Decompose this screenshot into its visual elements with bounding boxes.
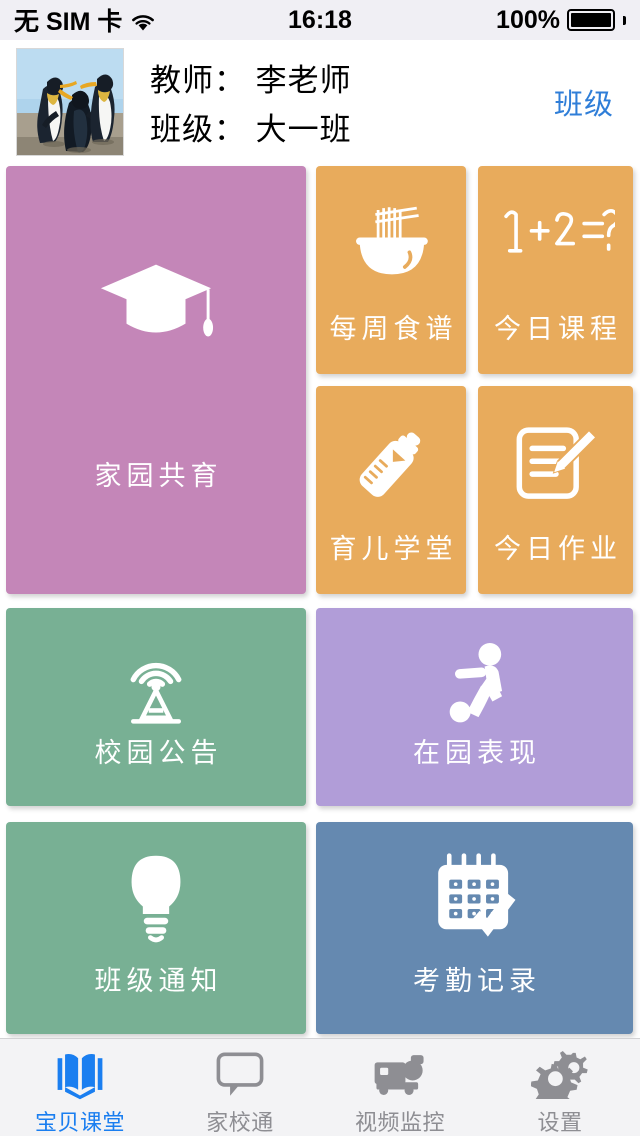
avatar[interactable] — [16, 48, 124, 156]
tab-bar: 宝贝课堂 家校通 视频监控 设置 — [0, 1038, 640, 1136]
baby-bottle-icon — [349, 422, 433, 506]
tile-yuer-xuetang[interactable]: 育儿学堂 — [316, 386, 466, 594]
notepad-pencil-icon — [512, 422, 600, 506]
chat-bubble-icon — [213, 1049, 267, 1101]
tab-label: 宝贝课堂 — [34, 1110, 125, 1135]
tile-label: 育儿学堂 — [329, 534, 458, 564]
tab-label: 视频监控 — [354, 1110, 445, 1135]
tab-jiaxiaotong[interactable]: 家校通 — [160, 1049, 320, 1136]
wifi-icon — [130, 10, 156, 31]
broadcast-tower-icon — [106, 638, 206, 732]
profile-text: 教师： 李老师 班级： 大一班 — [150, 55, 352, 149]
teacher-line: 教师： 李老师 — [150, 63, 352, 98]
profile-header: 教师： 李老师 班级： 大一班 班级 — [0, 40, 640, 164]
carrier-label: 无 SIM 卡 — [14, 8, 123, 36]
graduation-cap-icon — [97, 258, 215, 350]
battery-percent-label: 100% — [496, 5, 560, 34]
tile-label: 校园公告 — [94, 738, 223, 768]
battery-full-icon — [567, 9, 615, 31]
app-screen: 无 SIM 卡 16:18 100% 教师： 李老师 班级： 大一班 班级 家园… — [0, 0, 640, 1136]
tab-shezhi[interactable]: 设置 — [480, 1049, 640, 1136]
lightbulb-icon — [118, 852, 194, 946]
tile-jiayuan-gongyu[interactable]: 家园共育 — [6, 166, 306, 594]
tile-label: 考勤记录 — [413, 966, 541, 996]
noodle-bowl-icon — [345, 202, 437, 286]
tab-label: 家校通 — [206, 1110, 274, 1135]
calendar-check-icon — [427, 852, 523, 944]
tile-label: 班级通知 — [94, 966, 223, 996]
person-kicking-ball-icon — [427, 638, 523, 730]
tab-shipin-jiankong[interactable]: 视频监控 — [320, 1049, 480, 1136]
tile-label: 今日作业 — [494, 534, 622, 564]
tile-xiaoyuan-gonggao[interactable]: 校园公告 — [6, 608, 306, 806]
tab-baobei-ketang[interactable]: 宝贝课堂 — [0, 1049, 160, 1136]
tile-banji-tongzhi[interactable]: 班级通知 — [6, 822, 306, 1034]
status-left: 无 SIM 卡 — [14, 2, 156, 38]
tile-meizhou-shipu[interactable]: 每周食谱 — [316, 166, 466, 374]
math-equation-icon — [497, 202, 615, 256]
tile-jinri-zuoye[interactable]: 今日作业 — [478, 386, 633, 594]
video-camera-icon — [371, 1049, 429, 1101]
battery-cap — [623, 15, 626, 25]
tile-jinri-kecheng[interactable]: 今日课程 — [478, 166, 633, 374]
tile-zaiyuan-biaoxian[interactable]: 在园表现 — [316, 608, 633, 806]
class-switch-button[interactable]: 班级 — [554, 81, 614, 123]
penguins-photo — [17, 49, 123, 155]
tile-kaoqin-jilu[interactable]: 考勤记录 — [316, 822, 633, 1034]
status-bar: 无 SIM 卡 16:18 100% — [0, 0, 640, 40]
status-right: 100% — [496, 6, 626, 35]
gears-icon — [531, 1049, 589, 1101]
tab-label: 设置 — [537, 1110, 583, 1135]
tile-label: 在园表现 — [413, 738, 541, 768]
tile-label: 每周食谱 — [329, 314, 458, 344]
tile-label: 家园共育 — [94, 461, 223, 491]
class-line: 班级： 大一班 — [150, 112, 352, 147]
tile-label: 今日课程 — [494, 314, 622, 344]
open-book-icon — [52, 1049, 108, 1101]
